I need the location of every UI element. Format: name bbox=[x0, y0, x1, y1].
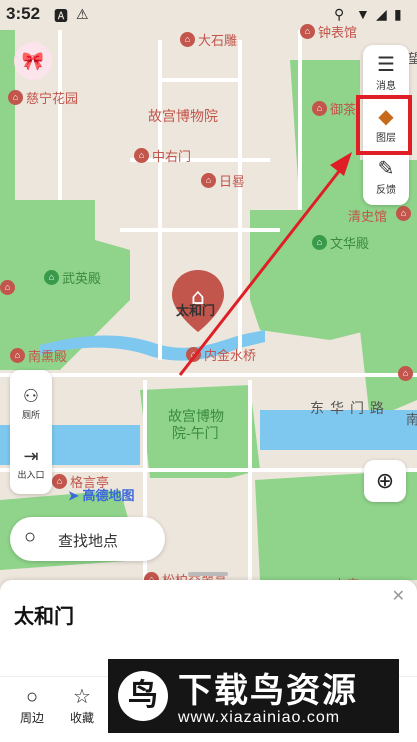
poi-icon: ⌂ bbox=[398, 366, 413, 381]
poi-icon: ⌂ bbox=[134, 148, 149, 163]
watermark: 鸟 下载鸟资源 www.xiazainiao.com bbox=[108, 659, 399, 733]
poi-marker[interactable]: ⌂ bbox=[398, 366, 413, 381]
poi-icon: ⌂ bbox=[312, 101, 327, 116]
toilet-icon: ⚇ bbox=[22, 386, 40, 406]
poi-icon: ⌂ bbox=[180, 32, 195, 47]
poi-icon: ⌂ bbox=[201, 173, 216, 188]
pen-icon: ✎ bbox=[377, 158, 395, 180]
drag-handle[interactable] bbox=[188, 572, 228, 576]
search-bar[interactable]: ○ 查找地点 bbox=[10, 517, 165, 561]
poi-marker[interactable]: ⌂ bbox=[0, 280, 15, 295]
poi-icon: ⌂ bbox=[0, 280, 15, 295]
poi-icon: ⌂ bbox=[52, 474, 67, 489]
poi-marker[interactable]: ⌂ 钟表馆 bbox=[300, 22, 357, 41]
feedback-button[interactable]: ✎ 反馈 bbox=[363, 157, 409, 196]
message-icon: ☰ bbox=[377, 54, 395, 76]
toilet-button[interactable]: ⚇ 厕所 bbox=[10, 384, 52, 421]
poi-label: 故宫博物院 bbox=[148, 108, 218, 124]
entrance-icon: ⇥ bbox=[23, 446, 39, 466]
district-label-line2: 院-午门 bbox=[172, 425, 219, 441]
nav-favorites[interactable]: ☆ 收藏 bbox=[60, 685, 104, 726]
poi-marker[interactable]: ⌂ 慈宁花园 bbox=[8, 88, 78, 107]
location-icon: ⚲ bbox=[334, 6, 345, 22]
edge-label: 南 bbox=[406, 412, 417, 427]
poi-icon: ⌂ bbox=[8, 90, 23, 105]
battery-icon: ▮ bbox=[394, 6, 402, 22]
wifi-icon: ▼ bbox=[356, 6, 370, 22]
poi-marker[interactable]: ⌂ 南熏殿 bbox=[10, 346, 67, 365]
poi-marker[interactable]: ⌂ 大石雕 bbox=[180, 30, 237, 49]
messages-button[interactable]: ☰ 消息 bbox=[363, 53, 409, 92]
poi-icon: ⌂ bbox=[312, 235, 327, 250]
search-icon: ○ bbox=[24, 526, 37, 548]
close-icon[interactable]: ✕ bbox=[392, 586, 405, 606]
search-icon: ○ bbox=[25, 686, 39, 708]
poi-icon: ⌂ bbox=[186, 347, 201, 362]
warning-icon: ⚠ bbox=[76, 6, 89, 22]
poi-marker[interactable]: ⌂ 御茶 bbox=[312, 99, 356, 118]
street-label: 东华门路 bbox=[310, 400, 390, 416]
poi-marker[interactable]: ⌂ 文华殿 bbox=[312, 233, 369, 252]
facility-panel: ⚇ 厕所 ⇥ 出入口 bbox=[10, 370, 52, 494]
signal-icon: ◢ bbox=[376, 6, 387, 22]
watermark-url: www.xiazainiao.com bbox=[178, 709, 341, 726]
selected-marker-label: 太和门 bbox=[176, 303, 216, 318]
map-logo: ➤ 高德地图 bbox=[68, 488, 135, 503]
entrance-button[interactable]: ⇥ 出入口 bbox=[10, 444, 52, 481]
poi-marker[interactable]: ⌂ 武英殿 bbox=[44, 268, 101, 287]
poi-marker[interactable]: ⌂ 内金水桥 bbox=[186, 345, 256, 364]
watermark-logo: 鸟 bbox=[118, 671, 168, 721]
poi-label: 清史馆 bbox=[348, 209, 388, 224]
star-icon: ☆ bbox=[73, 686, 91, 708]
search-placeholder: 查找地点 bbox=[58, 533, 119, 550]
poi-marker[interactable]: ⌂ 中右门 bbox=[134, 146, 191, 165]
poi-icon: ⌂ bbox=[300, 24, 315, 39]
poi-marker[interactable]: ⌂ 日晷 bbox=[201, 171, 245, 190]
crosshair-icon: ⊕ bbox=[375, 468, 395, 493]
nav-nearby[interactable]: ○ 周边 bbox=[10, 685, 54, 726]
highlight-box bbox=[356, 95, 412, 155]
card-title: 太和门 bbox=[14, 606, 74, 628]
avatar[interactable]: 🎀 bbox=[14, 42, 52, 80]
status-time: 3:52 bbox=[6, 4, 41, 23]
poi-icon: ⌂ bbox=[10, 348, 25, 363]
edge-label: 望 bbox=[408, 51, 417, 66]
notification-a-icon: 🅰 bbox=[54, 8, 68, 24]
watermark-title: 下载鸟资源 bbox=[178, 672, 358, 710]
poi-icon: ⌂ bbox=[396, 206, 411, 221]
locate-button[interactable]: ⊕ bbox=[364, 460, 406, 502]
poi-icon: ⌂ bbox=[44, 270, 59, 285]
poi-marker[interactable]: ⌂ bbox=[396, 206, 411, 221]
